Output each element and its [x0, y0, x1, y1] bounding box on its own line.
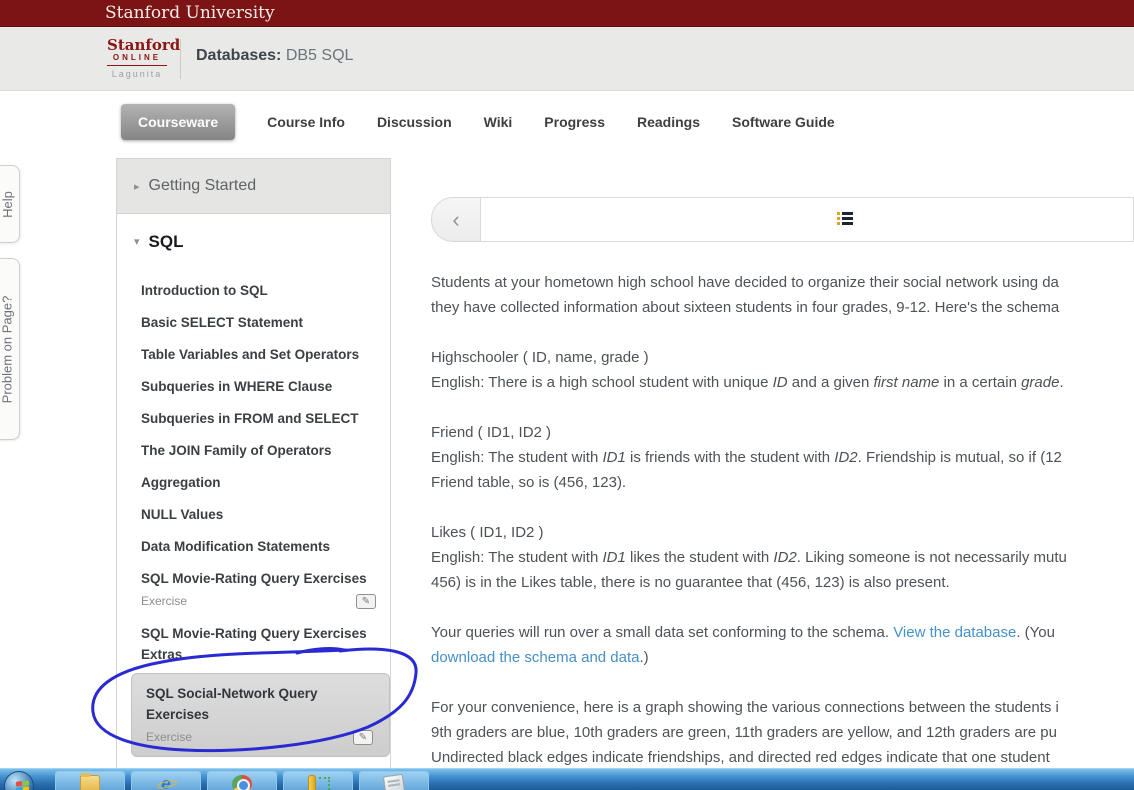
- logo-stanford-text: Stanford: [107, 36, 181, 54]
- notepad-icon: [382, 773, 406, 790]
- windows-taskbar: e: [0, 768, 1134, 790]
- tab-courseware[interactable]: Courseware: [121, 104, 236, 140]
- tab-progress[interactable]: Progress: [544, 114, 605, 130]
- problem-on-page-side-tab[interactable]: Problem on Page?: [0, 258, 20, 440]
- windows-logo-icon: [16, 780, 29, 790]
- paragraph-line: download the schema and data.): [431, 645, 1134, 670]
- tab-course-info[interactable]: Course Info: [267, 114, 345, 130]
- sidebar-item-movie-rating-extras[interactable]: SQL Movie-Rating Query Exercises Extras: [141, 618, 390, 665]
- header-divider: [180, 39, 181, 79]
- edit-pencil-icon: ✎: [356, 593, 376, 609]
- tab-readings[interactable]: Readings: [637, 114, 700, 130]
- paragraph-line: English: There is a high school student …: [431, 374, 1064, 391]
- sidebar-item-aggregation[interactable]: Aggregation: [141, 467, 390, 499]
- course-nav-tabs: Courseware Course Info Discussion Wiki P…: [121, 104, 835, 140]
- movie-rating-exercises-label: SQL Movie-Rating Query Exercises: [141, 571, 367, 586]
- chevron-left-icon: ‹: [452, 206, 460, 232]
- paragraph-line: 456) is in the Likes table, there is no …: [431, 574, 950, 591]
- sequence-navigation: ‹: [431, 197, 1134, 242]
- previous-unit-button[interactable]: ‹: [431, 197, 481, 242]
- course-title: Databases: DB5 SQL: [196, 47, 353, 65]
- tab-software-guide[interactable]: Software Guide: [732, 114, 835, 130]
- stanford-online-logo[interactable]: Stanford ONLINE Lagunita: [107, 36, 181, 79]
- internet-explorer-icon: e: [156, 775, 176, 790]
- paragraph-text: . (You: [1016, 624, 1055, 641]
- taskbar-explorer-button[interactable]: [55, 771, 125, 790]
- sidebar-item-basic-select[interactable]: Basic SELECT Statement: [141, 307, 390, 339]
- movie-rating-extras-label: SQL Movie-Rating Query Exercises Extras: [141, 626, 367, 662]
- paragraph-text: Your queries will run over a small data …: [431, 624, 894, 641]
- page: Stanford University Stanford ONLINE Lagu…: [0, 0, 1134, 790]
- schema-friend: Friend ( ID1, ID2 ): [431, 424, 552, 441]
- exercise-description: Students at your hometown high school ha…: [431, 242, 1134, 768]
- chevron-down-icon: ▾: [134, 236, 140, 248]
- schema-highschooler: Highschooler ( ID, name, grade ): [431, 349, 649, 366]
- section-sql[interactable]: ▾ SQL: [117, 214, 390, 269]
- exercise-type-label: Exercise: [141, 594, 188, 608]
- sidebar-item-table-variables[interactable]: Table Variables and Set Operators: [141, 339, 390, 371]
- paragraph-line: English: The student with ID1 is friends…: [431, 449, 1062, 466]
- logo-lagunita-text: Lagunita: [111, 69, 163, 79]
- sidebar-item-intro-sql[interactable]: Introduction to SQL: [141, 275, 390, 307]
- logo-online-text: ONLINE: [107, 53, 167, 66]
- stanford-top-bar: Stanford University: [0, 0, 1134, 27]
- view-database-link[interactable]: View the database: [893, 624, 1016, 641]
- text-unit-list-icon[interactable]: [837, 212, 854, 227]
- courseware-content: ‹ Students at your hometown high school …: [431, 197, 1134, 768]
- paragraph-line: Undirected black edges indicate friendsh…: [431, 749, 1050, 766]
- help-side-tab-label: Help: [0, 190, 15, 218]
- chevron-right-icon: ▸: [134, 180, 140, 193]
- sidebar-item-social-network-exercises-selected[interactable]: SQL Social-Network Query Exercises Exerc…: [131, 673, 390, 757]
- folder-icon: [80, 773, 100, 790]
- paragraph-line: Your queries will run over a small data …: [431, 620, 1134, 645]
- sidebar-item-subqueries-where[interactable]: Subqueries in WHERE Clause: [141, 371, 390, 403]
- paragraph-line: Friend table, so is (456, 123).: [431, 474, 627, 491]
- taskbar-chrome-button[interactable]: [207, 771, 277, 790]
- stanford-university-title: Stanford University: [105, 3, 275, 23]
- sidebar-item-join-family[interactable]: The JOIN Family of Operators: [141, 435, 390, 467]
- tab-wiki[interactable]: Wiki: [484, 114, 513, 130]
- paragraph-text: .): [639, 649, 649, 666]
- paragraph-line: For your convenience, here is a graph sh…: [431, 699, 1059, 716]
- unit-tab-bar[interactable]: [481, 197, 1134, 242]
- course-label: Databases:: [196, 47, 282, 64]
- sidebar-item-movie-rating-exercises[interactable]: SQL Movie-Rating Query Exercises Exercis…: [141, 568, 390, 613]
- section-sql-label: SQL: [148, 231, 184, 251]
- download-schema-link[interactable]: download the schema and data: [431, 649, 639, 666]
- site-header: Stanford ONLINE Lagunita Databases: DB5 …: [0, 27, 1134, 91]
- paragraph-line: 9th graders are blue, 10th graders are g…: [431, 724, 1057, 741]
- sidebar-item-subqueries-from[interactable]: Subqueries in FROM and SELECT: [141, 403, 390, 435]
- sidebar-item-list: Introduction to SQL Basic SELECT Stateme…: [117, 269, 390, 790]
- paragraph-line: English: The student with ID1 likes the …: [431, 549, 1067, 566]
- schema-likes: Likes ( ID1, ID2 ): [431, 524, 544, 541]
- taskbar-notepad-button[interactable]: [359, 771, 429, 790]
- edit-pencil-icon: ✎: [353, 729, 373, 745]
- section-getting-started[interactable]: ▸ Getting Started: [117, 159, 390, 214]
- course-name: DB5 SQL: [285, 47, 354, 64]
- chrome-icon: [232, 775, 252, 790]
- taskbar-internet-explorer-button[interactable]: e: [131, 771, 201, 790]
- exercise-type-label: Exercise: [146, 730, 193, 744]
- problem-on-page-label: Problem on Page?: [0, 295, 15, 403]
- paragraph-line: Students at your hometown high school ha…: [431, 274, 1059, 291]
- sidebar-item-data-modification[interactable]: Data Modification Statements: [141, 531, 390, 563]
- help-side-tab[interactable]: Help: [0, 165, 20, 243]
- start-button[interactable]: [4, 771, 34, 790]
- course-outline-sidebar: ▸ Getting Started ▾ SQL Introduction to …: [116, 158, 391, 790]
- tab-discussion[interactable]: Discussion: [377, 114, 452, 130]
- social-network-exercises-label: SQL Social-Network Query Exercises: [146, 686, 318, 722]
- sticky-tool-icon: [308, 775, 330, 790]
- section-getting-started-label: Getting Started: [148, 177, 257, 194]
- taskbar-tool-button[interactable]: [283, 771, 353, 790]
- sidebar-item-null-values[interactable]: NULL Values: [141, 499, 390, 531]
- paragraph-line: they have collected information about si…: [431, 299, 1060, 316]
